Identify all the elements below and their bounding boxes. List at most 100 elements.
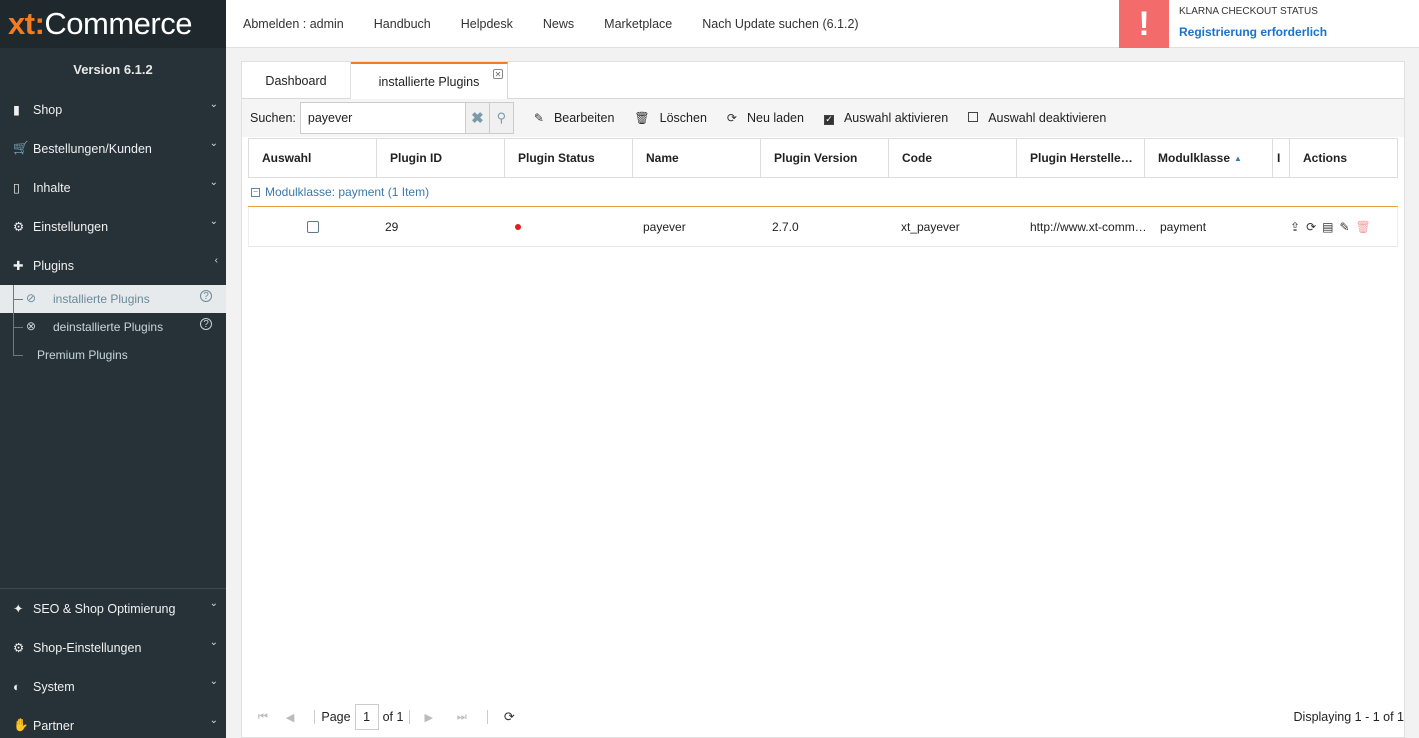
klarna-status-link[interactable]: Registrierung erforderlich [1179,25,1327,39]
row-checkbox[interactable] [307,221,319,233]
manual-link[interactable]: Handbuch [374,17,431,31]
column-header-name[interactable]: Name [633,139,761,177]
column-header-plugin-version[interactable]: Plugin Version [761,139,889,177]
deactivate-selection-button[interactable]: Auswahl deaktivieren [968,111,1106,125]
column-header-code[interactable]: Code [889,139,1017,177]
sidebar-item-label: SEO & Shop Optimierung [33,601,176,616]
sidebar-item-shop[interactable]: ▮ Shop ⌄ [0,90,226,129]
sort-asc-icon: ▲ [1234,153,1242,163]
cell-modulklasse: payment [1160,220,1207,234]
update-check-link[interactable]: Nach Update suchen (6.1.2) [702,17,858,31]
language-icon[interactable]: ▤ [1322,220,1333,234]
sidebar-subitem-uninstalled-plugins[interactable]: ⊗ deinstallierte Plugins ? [0,313,226,341]
edit-icon[interactable]: ✎ [1339,220,1349,234]
cell-version: 2.7.0 [772,220,799,234]
alert-icon: ! [1119,0,1169,48]
handshake-icon: ✋ [13,718,29,732]
chevron-down-icon: ⌄ [209,676,218,687]
logo-commerce: Commerce [44,6,192,41]
status-dot-icon [515,224,521,230]
tab-installed-plugins[interactable]: installierte Plugins ✕ [351,62,508,100]
book-icon: ▮ [13,103,20,117]
activate-selection-button[interactable]: ✓ Auswahl aktivieren [823,111,948,125]
prev-page-icon[interactable]: ◀ [286,711,294,724]
x-circle-icon: ⊗ [26,319,37,333]
table-row[interactable]: 29 payever 2.7.0 xt_payever http://www.x… [248,207,1398,247]
refresh-icon[interactable]: ⟳ [1306,220,1316,234]
main-area: Dashboard installierte Plugins ✕ Suchen:… [226,48,1419,738]
sidebar-item-label: System [33,679,75,694]
sidebar-item-label: Bestellungen/Kunden [33,141,152,156]
edit-button-label: Bearbeiten [553,111,615,125]
sidebar-subitem-installed-plugins[interactable]: ⊘ installierte Plugins ? [0,285,226,313]
cell-code: xt_payever [901,220,960,234]
sidebar-item-settings[interactable]: ⚙ Einstellungen ⌄ [0,207,226,246]
reload-button[interactable]: ⟳ Neu laden [727,111,804,125]
sidebar-item-system[interactable]: ◐ System ⌄ [0,667,226,706]
logo[interactable]: xt: Commerce [0,0,226,48]
trash-icon[interactable]: 🗑 [1356,220,1371,234]
column-header-vendor[interactable]: Plugin Herstelle… [1017,139,1145,177]
sidebar-item-plugins[interactable]: ✚ Plugins ‹ [0,246,226,285]
page-number-input[interactable]: 1 [354,704,379,730]
puzzle-icon: ✚ [13,259,24,273]
sidebar-item-orders[interactable]: 🛒 Bestellungen/Kunden ⌄ [0,129,226,168]
search-label: Suchen: [250,111,296,125]
sidebar-item-shop-settings[interactable]: ⚙ Shop-Einstellungen ⌄ [0,628,226,667]
chevron-down-icon: ⌄ [209,99,218,110]
marketplace-link[interactable]: Marketplace [604,17,672,31]
sidebar-bottom-nav: ✦ SEO & Shop Optimierung ⌄ ⚙ Shop-Einste… [0,588,226,738]
last-page-icon[interactable]: ⏭ [457,711,467,724]
column-header-selection[interactable]: Auswahl [249,139,377,177]
chevron-down-icon: ⌄ [209,216,218,227]
help-icon[interactable]: ? [200,318,212,330]
checked-checkbox-icon: ✓ [823,114,834,125]
klarna-status-panel[interactable]: ! KLARNA CHECKOUT STATUS Registrierung e… [1119,0,1419,48]
pagination-bar: ⏮ ◀ Page 1 of 1 ▶ ⏭ ⟳ Displaying 1 - 1 o… [242,702,1404,732]
cart-icon: 🛒 [13,141,29,155]
column-header-truncated[interactable]: I [1273,139,1290,177]
edit-button[interactable]: ✎ Bearbeiten [534,111,615,125]
chevron-down-icon: ⌄ [209,637,218,648]
search-icon[interactable]: ⚲ [489,102,514,134]
sidebar-item-seo[interactable]: ✦ SEO & Shop Optimierung ⌄ [0,589,226,628]
export-icon[interactable]: ⇪ [1290,220,1300,234]
display-count: Displaying 1 - 1 of 1 [1293,710,1404,724]
row-select-cell [249,207,377,247]
sidebar-subitem-label: Premium Plugins [37,348,128,362]
cell-plugin-id: 29 [385,220,399,234]
sidebar-subitem-label: installierte Plugins [53,292,150,306]
tab-dashboard[interactable]: Dashboard [242,62,351,99]
sidebar-item-content[interactable]: ▯ Inhalte ⌄ [0,168,226,207]
help-icon[interactable]: ? [200,290,212,302]
collapse-icon[interactable]: − [251,187,260,197]
content-panel: Dashboard installierte Plugins ✕ Suchen:… [241,61,1405,738]
unchecked-checkbox-icon [968,112,979,122]
next-page-icon[interactable]: ▶ [424,711,432,724]
search-input[interactable]: payever [299,102,466,134]
cell-vendor: http://www.xt-comm… [1030,220,1145,234]
edit-icon: ✎ [533,111,544,125]
refresh-icon[interactable]: ⟳ [504,709,515,725]
news-link[interactable]: News [543,17,574,31]
sidebar-subitem-premium-plugins[interactable]: Premium Plugins [0,341,226,369]
column-header-plugin-id[interactable]: Plugin ID [377,139,505,177]
group-header[interactable]: − Modulklasse: payment (1 Item) [248,178,1398,207]
tab-label: installierte Plugins [378,75,480,89]
clear-search-icon[interactable]: ✖ [465,102,490,134]
dashboard-icon: ◐ [13,679,21,694]
magic-wand-icon: ✦ [13,602,24,616]
sidebar-item-partner[interactable]: ✋ Partner ⌄ [0,706,226,738]
column-header-modulklasse[interactable]: Modulklasse ▲ [1145,139,1273,177]
close-icon[interactable]: ✕ [493,69,503,79]
helpdesk-link[interactable]: Helpdesk [461,17,513,31]
delete-button[interactable]: 🗑 Löschen [634,111,707,125]
chevron-down-icon: ⌄ [209,715,218,726]
sidebar-item-label: Shop-Einstellungen [33,640,142,655]
cell-plugin-status [505,207,633,247]
first-page-icon[interactable]: ⏮ [258,711,268,724]
reload-button-label: Neu laden [746,111,804,125]
logout-link[interactable]: Abmelden : admin [243,17,344,31]
column-header-plugin-status[interactable]: Plugin Status [505,139,633,177]
top-bar: Abmelden : admin Handbuch Helpdesk News … [226,0,1419,48]
